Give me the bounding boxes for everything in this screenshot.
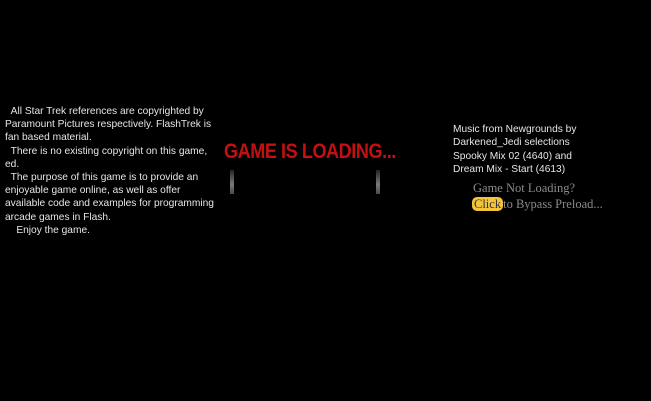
- music-credit-line: Spooky Mix 02 (4640) and: [453, 150, 572, 162]
- preload-bypass-notice: Game Not Loading? Click to Bypass Preload…: [472, 181, 642, 212]
- music-credit-line: Darkened_Jedi selections: [453, 137, 570, 149]
- loading-progress-bar: [230, 170, 380, 194]
- music-credit-line: Dream Mix - Start (4613): [453, 164, 566, 176]
- progress-bar-left-cap: [230, 170, 234, 194]
- music-credit-line: Music from Newgrounds by: [453, 124, 577, 135]
- game-not-loading-question: Game Not Loading?: [473, 181, 576, 195]
- bypass-text: to Bypass Preload...: [503, 197, 603, 211]
- progress-bar-right-cap: [376, 170, 380, 194]
- music-credit: Music from Newgrounds by Darkened_Jedi s…: [453, 123, 603, 177]
- loading-title: GAME IS LOADING...: [224, 140, 396, 163]
- copyright-notice: All Star Trek references are copyrighted…: [5, 106, 214, 236]
- bypass-click-button[interactable]: Click: [472, 197, 504, 211]
- bypass-line: Click to Bypass Preload...: [472, 197, 642, 212]
- loading-panel: GAME IS LOADING...: [222, 138, 412, 198]
